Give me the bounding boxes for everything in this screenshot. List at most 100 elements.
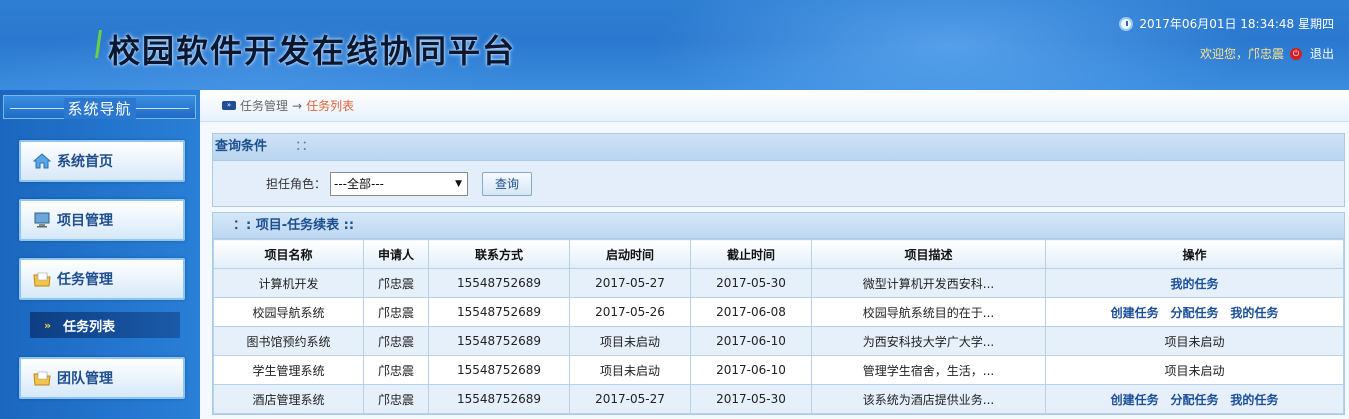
query-panel-title: 查询条件 ：： [213,134,1344,161]
cell-end: 2017-06-10 [690,326,812,356]
role-select[interactable]: ---全部--- ▼ [330,171,469,196]
user-area: 欢迎您，邝忠震 ⏻ 退出 [1200,45,1334,62]
sidebar-item-tasks[interactable]: 任务管理 [19,258,185,300]
create-task-link[interactable]: 创建任务 [1111,393,1159,407]
cell-contact: 15548752689 [428,297,570,327]
cell-end: 2017-05-30 [690,384,812,414]
cell-project-name: 校园导航系统 [213,297,364,327]
app-header: 校园软件开发在线协同平台 2017年06月01日 18:34:48 星期四 欢迎… [0,0,1349,90]
role-select-value: ---全部--- [334,176,384,191]
assign-task-link[interactable]: 分配任务 [1170,306,1218,320]
breadcrumb: » 任务管理 → 任务列表 [200,90,1349,122]
task-table-panel: ：: 项目-任务续表 :: 项目名称 申请人 联系方式 启动时间 截止时间 项目… [212,212,1345,415]
task-table: 项目名称 申请人 联系方式 启动时间 截止时间 项目描述 操作 计算机开发 邝忠… [213,239,1344,414]
sidebar-subitem-label: 任务列表 [63,319,116,335]
sidebar-heading: 系统导航 [3,95,196,119]
power-icon[interactable]: ⏻ [1289,47,1302,60]
monitor-icon [33,212,51,228]
cell-description: 为西安科技大学广大学... [811,326,1046,356]
sidebar-item-teams[interactable]: 团队管理 [19,357,185,399]
cell-applicant: 邝忠震 [363,384,429,414]
sidebar-item-label: 系统首页 [57,154,113,170]
cell-applicant: 邝忠震 [363,268,429,298]
cell-description: 该系统为酒店提供业务... [811,384,1046,414]
cell-actions-status: 项目未启动 [1045,326,1344,356]
my-tasks-link[interactable]: 我的任务 [1170,277,1218,291]
double-chevron-icon: » [44,318,52,332]
table-row: 校园导航系统 邝忠震 15548752689 2017-05-26 2017-0… [213,297,1344,327]
sidebar-item-home[interactable]: 系统首页 [19,140,185,182]
cell-end: 2017-06-08 [690,297,812,327]
clock-icon [1119,16,1134,31]
cell-actions: 我的任务 [1045,268,1344,298]
cell-actions-status: 项目未启动 [1045,355,1344,385]
cell-project-name: 学生管理系统 [213,355,364,385]
cell-applicant: 邝忠震 [363,355,429,385]
cell-contact: 15548752689 [428,268,570,298]
sidebar-item-projects[interactable]: 项目管理 [19,199,185,241]
logout-link[interactable]: 退出 [1310,45,1334,62]
table-panel-title: ：: 项目-任务续表 :: [213,213,1344,239]
breadcrumb-current: 任务列表 [306,99,355,113]
cell-start: 2017-05-27 [569,268,691,298]
datetime-text: 2017年06月01日 18:34:48 星期四 [1139,17,1334,31]
breadcrumb-icon: » [222,101,236,110]
my-tasks-link[interactable]: 我的任务 [1230,393,1278,407]
column-header: 项目描述 [811,239,1046,269]
table-row: 酒店管理系统 邝忠震 15548752689 2017-05-27 2017-0… [213,384,1344,414]
query-button[interactable]: 查询 [482,171,533,196]
cell-applicant: 邝忠震 [363,326,429,356]
my-tasks-link[interactable]: 我的任务 [1230,306,1278,320]
datetime-display: 2017年06月01日 18:34:48 星期四 [1119,15,1334,32]
sidebar-item-label: 团队管理 [57,371,113,387]
query-panel-separator: ：： [295,139,315,154]
cell-start: 2017-05-27 [569,384,691,414]
table-row: 图书馆预约系统 邝忠震 15548752689 项目未启动 2017-06-10… [213,326,1344,356]
assign-task-link[interactable]: 分配任务 [1170,393,1218,407]
query-panel: 查询条件 ：： 担任角色： ---全部--- ▼ 查询 [212,133,1345,207]
column-header: 联系方式 [428,239,570,269]
breadcrumb-arrow: → [292,98,303,113]
welcome-text: 欢迎您，邝忠震 [1199,47,1284,61]
table-header-row: 项目名称 申请人 联系方式 启动时间 截止时间 项目描述 操作 [213,239,1344,269]
sidebar: 系统导航 系统首页 项目管理 任务管理 » 任务列表 团队管理 [0,90,200,419]
breadcrumb-parent[interactable]: 任务管理 [240,97,288,114]
cell-actions: 创建任务 分配任务 我的任务 [1045,384,1344,414]
cell-description: 管理学生宿舍，生活，... [811,355,1046,385]
cell-end: 2017-06-10 [690,355,812,385]
column-header: 截止时间 [690,239,812,269]
cell-contact: 15548752689 [428,326,570,356]
folder-icon [33,271,51,287]
query-form: 担任角色： ---全部--- ▼ 查询 [213,161,1344,206]
sidebar-item-label: 任务管理 [57,272,113,288]
home-icon [32,153,52,169]
sidebar-subitem-task-list[interactable]: » 任务列表 [30,312,180,338]
query-panel-title-text: 查询条件 [215,139,268,154]
cell-description: 微型计算机开发西安科... [811,268,1046,298]
cell-start: 2017-05-26 [569,297,691,327]
cell-applicant: 邝忠震 [363,297,429,327]
cell-project-name: 酒店管理系统 [213,384,364,414]
cell-actions: 创建任务 分配任务 我的任务 [1045,297,1344,327]
role-label: 担任角色： [266,177,327,191]
create-task-link[interactable]: 创建任务 [1111,306,1159,320]
dropdown-arrow-icon: ▼ [455,178,463,189]
cell-project-name: 图书馆预约系统 [213,326,364,356]
cell-contact: 15548752689 [428,384,570,414]
column-header: 启动时间 [569,239,691,269]
cell-start: 项目未启动 [569,355,691,385]
sidebar-item-label: 项目管理 [57,213,113,229]
table-row: 学生管理系统 邝忠震 15548752689 项目未启动 2017-06-10 … [213,355,1344,385]
cell-start: 项目未启动 [569,326,691,356]
column-header: 项目名称 [213,239,364,269]
folder-icon [33,370,51,386]
main-content: » 任务管理 → 任务列表 查询条件 ：： 担任角色： ---全部--- ▼ 查询… [200,90,1349,419]
header-glow [650,0,1250,90]
sidebar-heading-label: 系统导航 [63,98,136,119]
cell-project-name: 计算机开发 [213,268,364,298]
cell-contact: 15548752689 [428,355,570,385]
cell-description: 校园导航系统目的在于... [811,297,1046,327]
column-header: 申请人 [363,239,429,269]
app-title: 校园软件开发在线协同平台 [108,32,517,70]
cell-end: 2017-05-30 [690,268,812,298]
